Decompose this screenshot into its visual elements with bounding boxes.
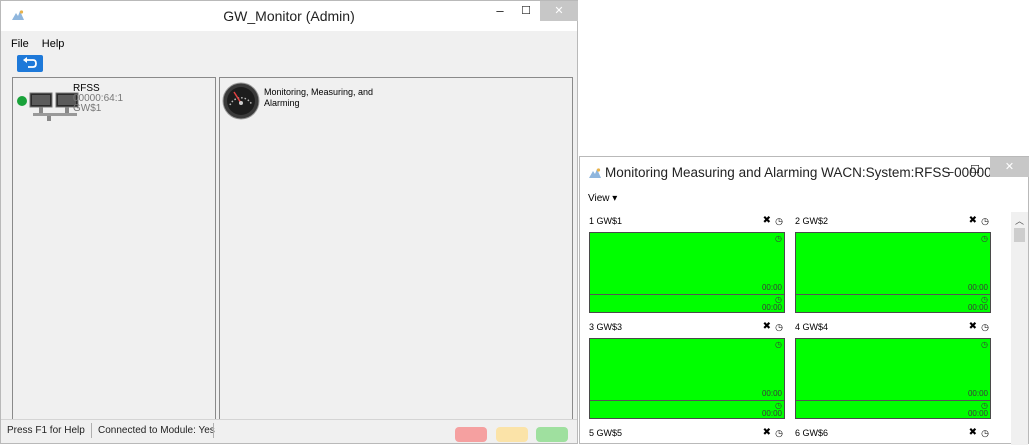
scroll-thumb[interactable] xyxy=(1014,228,1025,242)
maximize-button[interactable]: ☐ xyxy=(965,160,985,180)
gateway-label: 2 GW$2 xyxy=(795,216,829,226)
clock-icon: ◷ xyxy=(775,234,782,243)
title-bar[interactable]: GW_Monitor (Admin) – ☐ ✕ xyxy=(1,1,578,31)
gateway-header: 5 GW$5 ✖ ◷ xyxy=(589,424,785,442)
menu-bar: File Help xyxy=(1,35,577,53)
tree-pane: RFSS 00000:64:1 GW$1 xyxy=(12,77,216,422)
time-top: 00:00 xyxy=(761,389,782,398)
red-indicator xyxy=(455,427,487,442)
tools-icon[interactable]: ✖ xyxy=(969,318,977,336)
time-bottom: 00:00 xyxy=(761,409,782,418)
clock-icon[interactable]: ◷ xyxy=(775,318,783,336)
divider-line xyxy=(590,294,784,295)
gateway-header: 2 GW$2 ✖ ◷ xyxy=(795,212,991,230)
status-indicator xyxy=(17,96,27,106)
gateway-header: 1 GW$1 ✖ ◷ xyxy=(589,212,785,230)
gateway-label: 3 GW$3 xyxy=(589,322,623,332)
gateway-panel: 1 GW$1 ✖ ◷ ◷ 00:00 ◷ 00:00 xyxy=(589,212,785,316)
tools-icon[interactable]: ✖ xyxy=(763,318,771,336)
time-top: 00:00 xyxy=(967,283,988,292)
gateway-label: 6 GW$6 xyxy=(795,428,829,438)
time-bottom: 00:00 xyxy=(967,303,988,312)
tools-icon[interactable]: ✖ xyxy=(763,212,771,230)
tools-icon[interactable]: ✖ xyxy=(969,424,977,442)
gateway-label: 4 GW$4 xyxy=(795,322,829,332)
gateway-header: 4 GW$4 ✖ ◷ xyxy=(795,318,991,336)
clock-icon[interactable]: ◷ xyxy=(981,212,989,230)
clock-icon: ◷ xyxy=(981,234,988,243)
divider-line xyxy=(796,400,990,401)
close-button[interactable]: ✕ xyxy=(990,157,1029,177)
view-menu[interactable]: View ▾ xyxy=(588,193,617,204)
gateway-grid: 1 GW$1 ✖ ◷ ◷ 00:00 ◷ 00:00 2 GW$2 ✖ ◷ ◷ … xyxy=(584,212,1004,444)
close-button[interactable]: ✕ xyxy=(540,1,578,21)
module-pane: Monitoring, Measuring, and Alarming xyxy=(219,77,573,422)
divider-line xyxy=(590,400,784,401)
gateway-label: 1 GW$1 xyxy=(589,216,623,226)
maximize-button[interactable]: ☐ xyxy=(513,1,539,21)
status-bar: Press F1 for Help Connected to Module: Y… xyxy=(1,419,577,443)
connection-status: Connected to Module: Yes xyxy=(98,425,215,436)
clock-icon: ◷ xyxy=(981,340,988,349)
time-bottom: 00:00 xyxy=(761,303,782,312)
gateway-label: 5 GW$5 xyxy=(589,428,623,438)
clock-icon[interactable]: ◷ xyxy=(775,424,783,442)
divider-line xyxy=(796,294,990,295)
gateway-panel: 2 GW$2 ✖ ◷ ◷ 00:00 ◷ 00:00 xyxy=(795,212,991,316)
clock-icon: ◷ xyxy=(775,340,782,349)
menu-help[interactable]: Help xyxy=(42,35,65,53)
clock-icon[interactable]: ◷ xyxy=(981,424,989,442)
gateway-status-panel[interactable]: ◷ 00:00 ◷ 00:00 xyxy=(795,338,991,419)
tree-item-gateway: GW$1 xyxy=(73,103,102,114)
module-label[interactable]: Monitoring, Measuring, and Alarming xyxy=(264,87,394,109)
yellow-indicator xyxy=(496,427,528,442)
status-divider xyxy=(213,423,214,438)
gateway-status-panel[interactable]: ◷ 00:00 ◷ 00:00 xyxy=(795,232,991,313)
gateway-panel: 3 GW$3 ✖ ◷ ◷ 00:00 ◷ 00:00 xyxy=(589,318,785,422)
back-arrow-icon xyxy=(23,57,37,68)
gateway-panel: 6 GW$6 ✖ ◷ xyxy=(795,424,991,444)
clock-icon[interactable]: ◷ xyxy=(981,318,989,336)
minimize-button[interactable]: – xyxy=(487,1,513,21)
back-button[interactable] xyxy=(17,55,43,72)
scroll-up-icon[interactable]: ︿ xyxy=(1015,214,1024,227)
monitor-window: Monitoring Measuring and Alarming WACN:S… xyxy=(579,156,1029,445)
status-divider xyxy=(91,423,92,438)
gateway-panel: 5 GW$5 ✖ ◷ xyxy=(589,424,785,444)
gateway-status-panel[interactable]: ◷ 00:00 ◷ 00:00 xyxy=(589,338,785,419)
app-icon xyxy=(589,168,601,178)
minimize-button[interactable]: – xyxy=(940,162,960,182)
time-top: 00:00 xyxy=(761,283,782,292)
tools-icon[interactable]: ✖ xyxy=(763,424,771,442)
time-top: 00:00 xyxy=(967,389,988,398)
gateway-header: 3 GW$3 ✖ ◷ xyxy=(589,318,785,336)
help-status: Press F1 for Help xyxy=(7,425,85,436)
time-bottom: 00:00 xyxy=(967,409,988,418)
monitor-title-bar[interactable]: Monitoring Measuring and Alarming WACN:S… xyxy=(580,157,1029,187)
main-window: GW_Monitor (Admin) – ☐ ✕ File Help RFSS … xyxy=(0,0,578,444)
menu-file[interactable]: File xyxy=(11,35,29,53)
gauge-icon[interactable] xyxy=(222,82,260,120)
gateway-panel: 4 GW$4 ✖ ◷ ◷ 00:00 ◷ 00:00 xyxy=(795,318,991,422)
green-indicator xyxy=(536,427,568,442)
gateway-status-panel[interactable]: ◷ 00:00 ◷ 00:00 xyxy=(589,232,785,313)
tools-icon[interactable]: ✖ xyxy=(969,212,977,230)
gateway-header: 6 GW$6 ✖ ◷ xyxy=(795,424,991,442)
vertical-scrollbar[interactable]: ︿ xyxy=(1011,212,1028,445)
clock-icon[interactable]: ◷ xyxy=(775,212,783,230)
